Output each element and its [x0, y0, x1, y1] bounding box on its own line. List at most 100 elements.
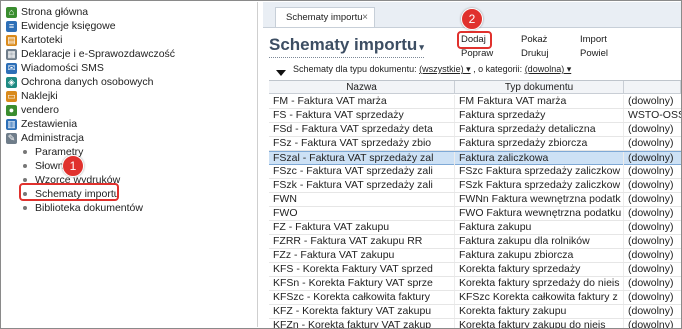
table-cell: Faktura sprzedaży zbiorcza — [455, 137, 624, 150]
table-cell: FZRR - Faktura VAT zakupu RR — [269, 235, 455, 248]
table-cell: (dowolny) — [628, 291, 674, 303]
table-cell: Faktura zakupu zbiorcza — [455, 249, 624, 262]
table-cell: FM Faktura VAT marża — [455, 95, 624, 108]
table-cell: (dowolny) — [628, 249, 674, 261]
tree-item-label: Wiadomości SMS — [21, 62, 104, 74]
table-row[interactable]: FM - Faktura VAT marża FM Faktura VAT mar… — [269, 95, 681, 109]
table-cell: FSzk - Faktura VAT sprzedaży zali — [269, 179, 455, 192]
table-cell: (dowolny) — [628, 193, 674, 205]
document-type-dropdown[interactable]: (wszystkie) ▾ — [419, 64, 471, 74]
tree-item-ewidencje[interactable]: ≡ Ewidencje księgowe — [6, 19, 116, 33]
step-marker-2: 2 — [461, 8, 483, 30]
app-window: ⌂ Strona główna ≡ Ewidencje księgowe ▤ K… — [0, 0, 682, 329]
tree-item-strona-glowna[interactable]: ⌂ Strona główna — [6, 5, 88, 19]
tree-item-deklaracje[interactable]: ▦ Deklaracje i e-Sprawozdawczość — [6, 47, 175, 61]
table-cell: Korekta faktury sprzedaży — [455, 263, 624, 276]
column-header-typ-dokumentu[interactable]: Typ dokumentu — [455, 81, 624, 94]
table-cell: FZz - Faktura VAT zakupu — [269, 249, 455, 262]
tree-item-label: Ewidencje księgowe — [21, 20, 116, 32]
tree-item-label: Deklaracje i e-Sprawozdawczość — [21, 48, 176, 60]
table-cell: Korekta faktury sprzedaży do nieis — [455, 277, 624, 290]
table-cell: KFSn - Korekta Faktury VAT sprze — [269, 277, 455, 290]
tree-item-naklejki[interactable]: ▭ Naklejki — [6, 89, 58, 103]
table-row[interactable]: KFZn - Korekta faktury VAT zakup Korekta … — [269, 319, 681, 328]
sort-down-icon[interactable] — [276, 70, 286, 76]
report-icon: ▥ — [6, 118, 17, 130]
table-row[interactable]: FWO FWO Faktura wewnętrzna podatku (dowoln… — [269, 207, 681, 221]
table-cell: (dowolny) — [628, 179, 674, 191]
tree-item-label: vendero — [21, 104, 59, 116]
ledger-icon: ≡ — [6, 20, 17, 32]
bullet-icon — [23, 178, 27, 182]
table-row[interactable]: FWN FWNn Faktura wewnętrzna podatk (dowoln… — [269, 193, 681, 207]
table-cell: KFS - Korekta Faktury VAT sprzed — [269, 263, 455, 276]
tree-item-label: Biblioteka dokumentów — [35, 202, 143, 214]
popraw-link[interactable]: Popraw — [461, 48, 493, 59]
tree-item-label: Naklejki — [21, 90, 58, 102]
pokaz-link[interactable]: Pokaż — [521, 34, 547, 45]
table-cell: KFSzc Korekta całkowita faktury z — [455, 291, 624, 304]
filter-category-label: , o kategorii: — [473, 64, 523, 74]
table-cell: (dowolny) — [628, 263, 674, 275]
home-icon: ⌂ — [6, 6, 17, 18]
table-cell: FWNn Faktura wewnętrzna podatk — [455, 193, 624, 206]
vendero-icon: ● — [6, 104, 17, 116]
powiel-link[interactable]: Powiel — [580, 48, 608, 59]
tree-item-sms[interactable]: ✉ Wiadomości SMS — [6, 61, 104, 75]
table-cell: (dowolny) — [628, 221, 674, 233]
table-cell: Faktura sprzedaży — [455, 109, 624, 122]
table-cell: (dowolny) — [628, 319, 674, 328]
table-cell: FSzc Faktura sprzedaży zaliczkow — [455, 165, 624, 178]
cards-icon: ▤ — [6, 34, 17, 46]
tree-item-ochrona[interactable]: ◈ Ochrona danych osobowych — [6, 75, 154, 89]
table-cell: (dowolny) — [628, 152, 674, 164]
table-row[interactable]: FSzc - Faktura VAT sprzedaży zali FSzc Fa… — [269, 165, 681, 179]
import-link[interactable]: Import — [580, 34, 607, 45]
table-row[interactable]: FS - Faktura VAT sprzedaży Faktura sprzed… — [269, 109, 681, 123]
table-cell: FM - Faktura VAT marża — [269, 95, 455, 108]
table-row[interactable]: FZz - Faktura VAT zakupu Faktura zakupu z… — [269, 249, 681, 263]
column-header-nazwa[interactable]: Nazwa — [269, 81, 455, 94]
table-cell: FSzk Faktura sprzedaży zaliczkow — [455, 179, 624, 192]
tree-item-biblioteka[interactable]: Biblioteka dokumentów — [20, 201, 143, 215]
table-cell: (dowolny) — [628, 95, 674, 107]
table-cell: FSd - Faktura VAT sprzedaży deta — [269, 123, 455, 136]
column-header-extra[interactable] — [624, 81, 681, 94]
drukuj-link[interactable]: Drukuj — [521, 48, 548, 59]
table-row[interactable]: KFS - Korekta Faktury VAT sprzed Korekta … — [269, 263, 681, 277]
table-row[interactable]: KFZ - Korekta faktury VAT zakupu Korekta … — [269, 305, 681, 319]
table-row[interactable]: FSd - Faktura VAT sprzedaży deta Faktura … — [269, 123, 681, 137]
table-cell: KFSzc - Korekta całkowita faktury — [269, 291, 455, 304]
table-cell: Faktura zaliczkowa — [455, 152, 624, 165]
navigation-tree: ⌂ Strona główna ≡ Ewidencje księgowe ▤ K… — [2, 2, 258, 327]
table-cell: KFZn - Korekta faktury VAT zakup — [269, 319, 455, 328]
tree-item-administracja[interactable]: ✎ Administracja — [6, 131, 84, 145]
table-row[interactable]: FZ - Faktura VAT zakupu Faktura zakupu (do… — [269, 221, 681, 235]
table-cell: FZ - Faktura VAT zakupu — [269, 221, 455, 234]
table-cell: Faktura zakupu dla rolników — [455, 235, 624, 248]
table-cell: (dowolny) — [628, 165, 674, 177]
tree-item-zestawienia[interactable]: ▥ Zestawienia — [6, 117, 77, 131]
highlight-dodaj — [457, 31, 492, 49]
table-row[interactable]: KFSn - Korekta Faktury VAT sprze Korekta … — [269, 277, 681, 291]
tree-item-vendero[interactable]: ● vendero — [6, 103, 59, 117]
declaration-icon: ▦ — [6, 48, 17, 60]
tree-item-kartoteki[interactable]: ▤ Kartoteki — [6, 33, 62, 47]
tree-item-label: Strona główna — [21, 6, 89, 18]
highlight-schematy-importu — [19, 183, 119, 201]
table-cell: WSTO-OSS — [628, 109, 681, 121]
table-cell: (dowolny) — [628, 207, 674, 219]
table-row[interactable]: FSzk - Faktura VAT sprzedaży zali FSzk Fa… — [269, 179, 681, 193]
table-row[interactable]: FZRR - Faktura VAT zakupu RR Faktura zaku… — [269, 235, 681, 249]
close-icon[interactable]: × — [362, 8, 368, 28]
tab-schematy-importu[interactable]: Schematy importu × — [275, 7, 375, 27]
page-title[interactable]: Schematy importu ▾ — [269, 35, 424, 58]
table-row[interactable]: FSzal - Faktura VAT sprzedaży zal Faktura… — [269, 151, 681, 165]
bullet-icon — [23, 150, 27, 154]
table-cell: Korekta faktury zakupu — [455, 305, 624, 318]
table-row[interactable]: KFSzc - Korekta całkowita faktury KFSzc K… — [269, 291, 681, 305]
category-dropdown[interactable]: (dowolna) ▾ — [525, 64, 572, 74]
table-row[interactable]: FSz - Faktura VAT sprzedaży zbio Faktura … — [269, 137, 681, 151]
table-cell: Faktura zakupu — [455, 221, 624, 234]
page-title-text: Schematy importu — [269, 35, 418, 54]
